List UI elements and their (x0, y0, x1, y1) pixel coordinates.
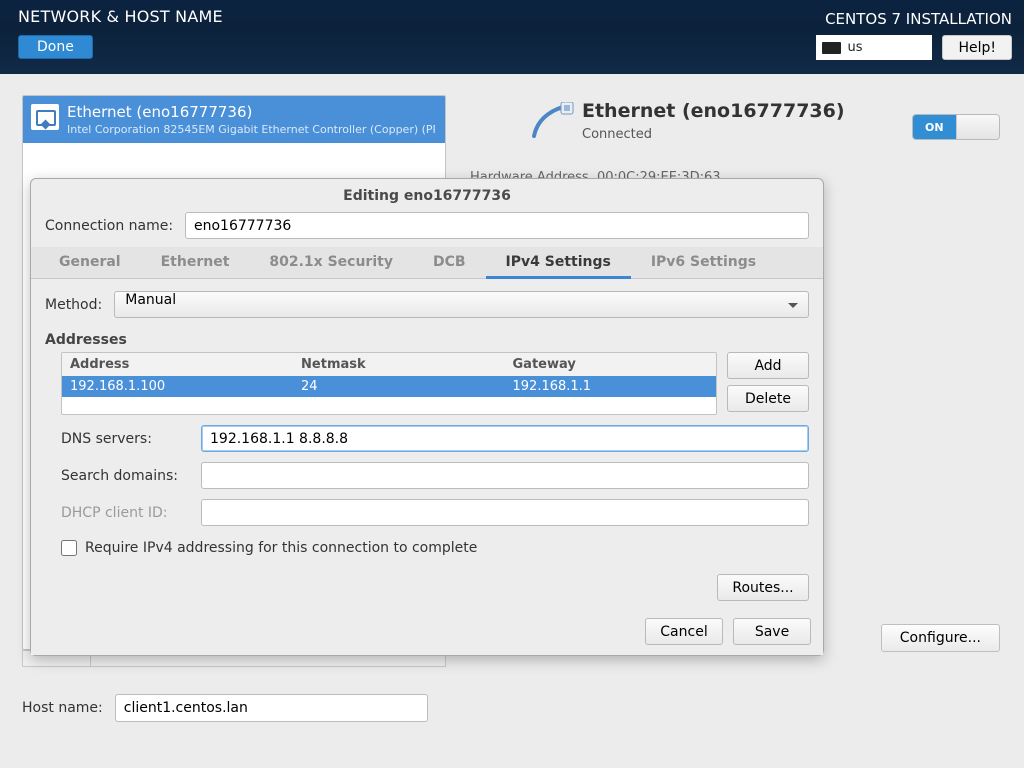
tab-8021x[interactable]: 802.1x Security (249, 247, 413, 278)
table-blank-row (62, 397, 716, 414)
ethernet-cable-icon (528, 102, 574, 144)
tab-ipv6[interactable]: IPv6 Settings (631, 247, 776, 278)
interface-detail: Ethernet (eno16777736) Connected Hardwar… (470, 100, 1000, 185)
hostname-label: Host name: (22, 700, 103, 716)
require-ipv4-checkbox[interactable] (61, 540, 77, 556)
dhcp-client-id-input[interactable] (201, 499, 809, 526)
hostname-row: Host name: (22, 694, 428, 722)
interface-title: Ethernet (eno16777736) (67, 103, 435, 121)
connection-name-row: Connection name: (31, 212, 823, 247)
require-ipv4-label: Require IPv4 addressing for this connect… (85, 540, 477, 556)
install-title: CENTOS 7 INSTALLATION (825, 10, 1012, 28)
save-button[interactable]: Save (733, 618, 811, 645)
connection-name-input[interactable] (185, 212, 809, 239)
col-address: Address (62, 353, 293, 376)
add-address-button[interactable]: Add (727, 352, 809, 379)
dialog-tabs: General Ethernet 802.1x Security DCB IPv… (31, 247, 823, 279)
interface-subtitle: Intel Corporation 82545EM Gigabit Ethern… (67, 123, 435, 136)
method-value: Manual (125, 292, 176, 308)
addresses-table[interactable]: Address Netmask Gateway 192.168.1.100 24… (61, 352, 717, 415)
dns-label: DNS servers: (61, 431, 191, 447)
method-select[interactable]: Manual (114, 291, 809, 318)
addresses-header: Address Netmask Gateway (62, 353, 716, 376)
keyboard-layout-label: us (847, 40, 862, 55)
table-row[interactable]: 192.168.1.100 24 192.168.1.1 (62, 376, 716, 397)
toggle-on-label: ON (913, 115, 956, 139)
connection-name-label: Connection name: (45, 218, 175, 234)
cell-netmask: 24 (293, 376, 504, 397)
configure-button[interactable]: Configure... (881, 624, 1000, 652)
cell-address: 192.168.1.100 (62, 376, 293, 397)
routes-button[interactable]: Routes... (717, 574, 809, 601)
hostname-input[interactable] (115, 694, 428, 722)
col-gateway: Gateway (505, 353, 716, 376)
dhcp-client-id-label: DHCP client ID: (61, 505, 191, 521)
search-domains-input[interactable] (201, 462, 809, 489)
col-netmask: Netmask (293, 353, 504, 376)
tab-dcb[interactable]: DCB (413, 247, 486, 278)
dialog-title: Editing eno16777736 (31, 179, 823, 212)
search-domains-label: Search domains: (61, 468, 191, 484)
top-banner: NETWORK & HOST NAME Done CENTOS 7 INSTAL… (0, 0, 1024, 74)
page-title: NETWORK & HOST NAME (18, 7, 816, 26)
cell-gateway: 192.168.1.1 (505, 376, 716, 397)
delete-address-button[interactable]: Delete (727, 385, 809, 412)
ipv4-settings-body: Method: Manual Addresses Address Netmask… (31, 279, 823, 655)
ethernet-port-icon (31, 104, 59, 130)
keyboard-layout-indicator[interactable]: us (816, 35, 932, 60)
edit-connection-dialog: Editing eno16777736 Connection name: Gen… (30, 178, 824, 656)
dns-input[interactable] (201, 425, 809, 452)
interface-toggle[interactable]: ON (912, 114, 1000, 140)
method-label: Method: (45, 297, 102, 313)
tab-general[interactable]: General (39, 247, 141, 278)
cancel-button[interactable]: Cancel (645, 618, 723, 645)
tab-ethernet[interactable]: Ethernet (141, 247, 250, 278)
help-button[interactable]: Help! (942, 35, 1012, 60)
addresses-label: Addresses (45, 332, 809, 348)
interface-item[interactable]: Ethernet (eno16777736) Intel Corporation… (23, 96, 445, 143)
dialog-actions: Cancel Save (645, 618, 811, 645)
done-button[interactable]: Done (18, 35, 93, 59)
toggle-knob (956, 115, 1000, 139)
tab-ipv4[interactable]: IPv4 Settings (486, 247, 631, 278)
keyboard-icon (822, 42, 841, 54)
